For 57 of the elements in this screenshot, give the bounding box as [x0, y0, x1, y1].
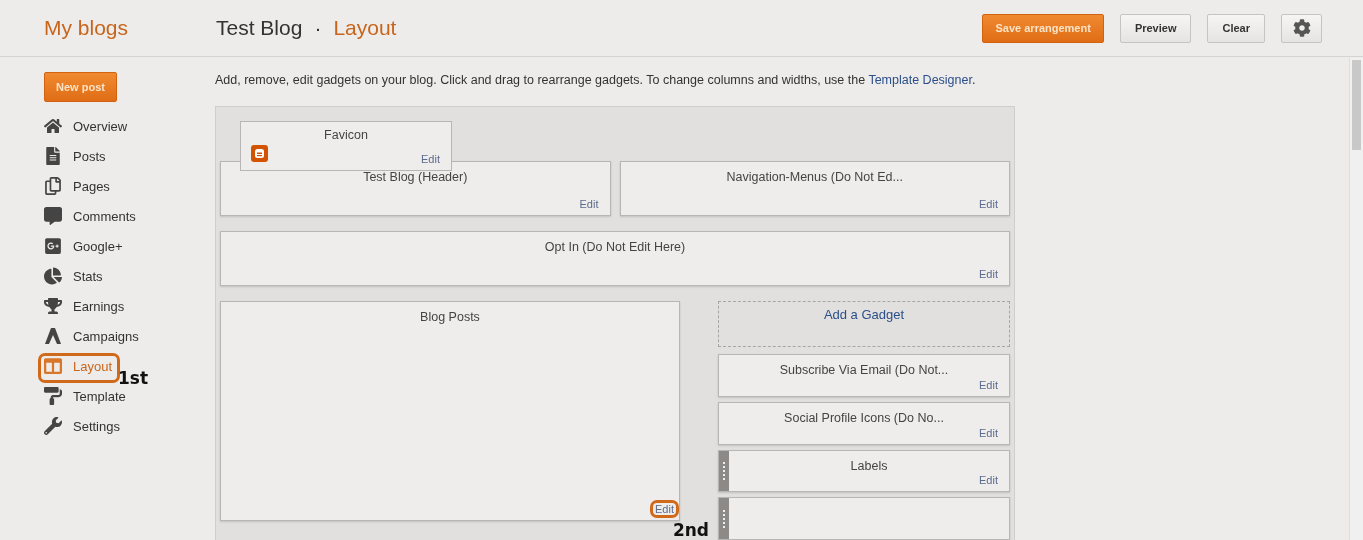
dragged-gadget[interactable]: Favicon Edit	[240, 121, 452, 171]
gadget-title: Subscribe Via Email (Do Not...	[779, 363, 949, 377]
sidebar-item[interactable]: Earnings	[44, 291, 215, 321]
document-icon	[44, 147, 62, 165]
page-title: Layout	[333, 16, 397, 40]
gadget-title: Opt In (Do Not Edit Here)	[544, 240, 686, 254]
sidebar-item[interactable]: Comments	[44, 201, 215, 231]
google-plus-icon	[44, 237, 62, 255]
sidebar-item[interactable]: Google+	[44, 231, 215, 261]
trophy-icon	[44, 297, 62, 315]
sidebar-item[interactable]: Posts	[44, 141, 215, 171]
add-gadget-link[interactable]: Add a Gadget	[718, 301, 1010, 347]
edit-link[interactable]: Edit	[979, 426, 998, 439]
sidebar-item[interactable]: Stats	[44, 261, 215, 291]
sidebar-item[interactable]: Settings	[44, 411, 215, 441]
toolbar-button[interactable]: Preview	[1119, 13, 1192, 43]
gadget-title: Test Blog (Header)	[363, 170, 468, 184]
edit-link[interactable]: Edit	[979, 268, 998, 280]
home-icon	[44, 117, 62, 135]
gadget-title: Social Profile Icons (Do No...	[784, 410, 944, 425]
tent-icon	[44, 327, 62, 345]
speech-bubble-icon	[44, 207, 62, 225]
blog-title: Test Blog	[216, 16, 303, 40]
edit-link[interactable]: Edit	[979, 474, 998, 487]
scrollbar[interactable]	[1349, 58, 1363, 540]
gadget-title: Navigation-Menus (Do Not Ed...	[726, 170, 903, 184]
edit-link[interactable]: Edit	[979, 378, 998, 391]
edit-link[interactable]: Edit	[579, 198, 599, 210]
gadget-title: Blog Posts	[420, 310, 480, 324]
pie-chart-icon	[44, 267, 62, 285]
step-annotation: 2nd	[672, 520, 709, 540]
pages-icon	[44, 177, 62, 195]
paint-roller-icon	[44, 387, 62, 405]
blog-logo-icon	[251, 145, 268, 162]
sidebar-item[interactable]: Campaigns	[44, 321, 215, 351]
layout-icon	[44, 357, 62, 375]
settings-icon	[1292, 19, 1311, 37]
settings-button[interactable]	[1281, 13, 1322, 43]
template-designer-link[interactable]: Template Designer	[868, 73, 972, 87]
sidebar-item[interactable]: Overview	[44, 111, 215, 141]
gadget-card[interactable]: Labels Edit	[718, 449, 1010, 493]
edit-link[interactable]: Edit	[650, 500, 679, 518]
drag-handle[interactable]	[719, 498, 729, 539]
gadget-card[interactable]: Opt In (Do Not Edit Here) Edit	[220, 231, 1010, 286]
gadget-card[interactable]: Social Profile Icons (Do No... Edit	[718, 401, 1010, 445]
step-annotation: 1st	[118, 368, 149, 388]
gadget-card[interactable]: Navigation-Menus (Do Not Ed... Edit	[619, 161, 1010, 216]
edit-link[interactable]: Edit	[979, 198, 998, 210]
gadget-title: Labels	[850, 458, 888, 473]
sidebar-item[interactable]: Pages	[44, 171, 215, 201]
drag-handle[interactable]	[719, 450, 729, 492]
wrench-icon	[44, 417, 62, 435]
separator-dot: ·	[314, 16, 322, 40]
gadget-card[interactable]: Subscribe Via Email (Do Not... Edit	[718, 354, 1010, 397]
gadget-title: Favicon	[324, 128, 368, 144]
toolbar-button[interactable]: Clear	[1207, 13, 1265, 43]
gadget-card[interactable]	[718, 497, 1010, 540]
